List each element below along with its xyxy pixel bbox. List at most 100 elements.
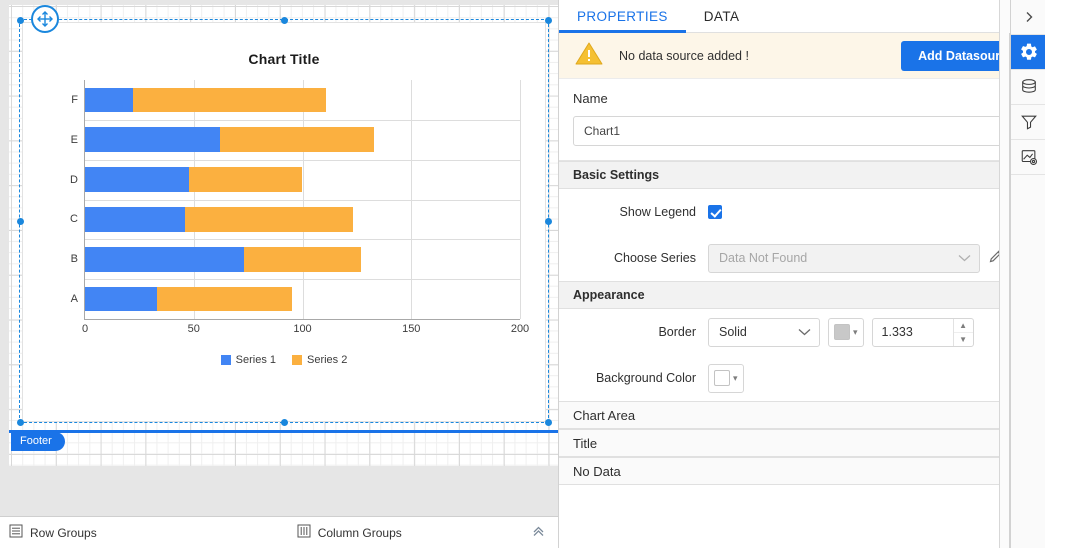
choose-series-label: Choose Series xyxy=(573,251,708,265)
chart-legend-item[interactable]: Series 1 xyxy=(221,354,276,366)
chart-bar-segment[interactable] xyxy=(85,247,244,272)
chart-bar-segment[interactable] xyxy=(85,167,189,192)
chart-legend-item[interactable]: Series 2 xyxy=(292,354,347,366)
chart-bar-segment[interactable] xyxy=(157,287,292,312)
basic-settings-title: Basic Settings xyxy=(573,168,659,182)
chart-plot-area: FEDCBA050100150200 xyxy=(84,80,520,320)
chart-bar-segment[interactable] xyxy=(85,127,220,152)
report-designer-app: Chart Title FEDCBA050100150200 Series 1S… xyxy=(0,0,1081,548)
chart-bar-segment[interactable] xyxy=(189,167,302,192)
row-show-legend: Show Legend xyxy=(559,189,1045,235)
chevron-double-up-icon[interactable] xyxy=(531,524,546,542)
show-legend-label: Show Legend xyxy=(573,205,708,219)
chart-bar-segment[interactable] xyxy=(85,88,133,113)
chart-x-tick-label: 0 xyxy=(82,323,88,335)
name-input[interactable] xyxy=(573,116,1031,146)
chart-bar-segment[interactable] xyxy=(244,247,361,272)
chart-gridline-horizontal xyxy=(85,279,520,280)
columns-icon xyxy=(297,524,311,541)
chart-bar-row[interactable]: D xyxy=(85,167,520,192)
chart-bar-row[interactable]: F xyxy=(85,88,520,113)
properties-panel: PROPERTIES DATA No data source added ! A… xyxy=(558,0,1045,548)
border-width-increment[interactable]: ▲ xyxy=(954,319,973,333)
tab-properties[interactable]: PROPERTIES xyxy=(559,0,686,32)
chart-bar-row[interactable]: C xyxy=(85,207,520,232)
no-datasource-alert: No data source added ! Add Datasource xyxy=(559,33,1045,79)
chart-widget[interactable]: Chart Title FEDCBA050100150200 Series 1S… xyxy=(24,24,544,420)
chart-gridline-horizontal xyxy=(85,160,520,161)
tab-data[interactable]: DATA xyxy=(686,0,758,32)
section-header-appearance[interactable]: Appearance − xyxy=(559,281,1045,309)
footer-band[interactable] xyxy=(9,430,558,433)
chart-gridline-horizontal xyxy=(85,200,520,201)
chart-category-label: B xyxy=(71,253,78,265)
border-color-picker[interactable]: ▾ xyxy=(828,318,864,347)
border-label: Border xyxy=(573,325,708,339)
designer-statusbar: Row Groups Column Groups xyxy=(0,516,558,548)
section-header-title[interactable]: Title + xyxy=(559,429,1045,457)
show-legend-checkbox[interactable] xyxy=(708,205,722,219)
section-header-basic-settings[interactable]: Basic Settings − xyxy=(559,161,1045,189)
border-width-stepper[interactable]: ▲ ▼ xyxy=(872,318,974,347)
chart-gridline-horizontal xyxy=(85,120,520,121)
chevron-right-icon[interactable] xyxy=(1011,0,1045,35)
border-width-decrement[interactable]: ▼ xyxy=(954,333,973,346)
gear-icon[interactable] xyxy=(1011,35,1045,70)
background-color-label: Background Color xyxy=(573,371,708,385)
chart-bar-segment[interactable] xyxy=(85,287,157,312)
chart-legend-label: Series 2 xyxy=(307,354,347,366)
border-color-swatch xyxy=(834,324,850,340)
chart-bar-segment[interactable] xyxy=(133,88,327,113)
no-data-title: No Data xyxy=(573,464,621,479)
database-icon[interactable] xyxy=(1011,70,1045,105)
chart-category-label: A xyxy=(71,293,78,305)
chart-legend-swatch xyxy=(292,355,302,365)
border-width-input[interactable] xyxy=(873,319,953,346)
move-crosshair-icon[interactable] xyxy=(31,5,59,33)
chart-bar-row[interactable]: B xyxy=(85,247,520,272)
row-background-color: Background Color ▾ xyxy=(559,355,1045,401)
chart-gridline-vertical xyxy=(520,80,521,319)
chart-category-label: D xyxy=(70,174,78,186)
design-surface[interactable]: Chart Title FEDCBA050100150200 Series 1S… xyxy=(0,0,558,548)
alert-message: No data source added ! xyxy=(619,49,901,63)
chart-bar-segment[interactable] xyxy=(85,207,185,232)
name-section: Name xyxy=(559,79,1045,161)
rows-icon xyxy=(9,524,23,541)
background-color-picker[interactable]: ▾ xyxy=(708,364,744,393)
border-style-value: Solid xyxy=(719,325,747,339)
row-groups-button[interactable]: Row Groups xyxy=(9,524,97,541)
column-groups-label: Column Groups xyxy=(318,526,402,540)
chart-bar-segment[interactable] xyxy=(185,207,352,232)
chart-x-tick-label: 50 xyxy=(188,323,200,335)
chevron-down-icon: ▾ xyxy=(853,327,858,338)
chart-category-label: F xyxy=(71,94,78,106)
chart-x-tick-label: 150 xyxy=(402,323,420,335)
filter-icon[interactable] xyxy=(1011,105,1045,140)
title-section-title: Title xyxy=(573,436,597,451)
chart-gridline-horizontal xyxy=(85,239,520,240)
panel-scrollbar[interactable] xyxy=(1009,33,1010,548)
chart-bar-segment[interactable] xyxy=(220,127,374,152)
chart-legend-label: Series 1 xyxy=(236,354,276,366)
chart-legend: Series 1 Series 2 xyxy=(24,354,544,366)
chart-category-label: C xyxy=(70,213,78,225)
row-choose-series: Choose Series Data Not Found xyxy=(559,235,1045,281)
chart-plot-wrapper: FEDCBA050100150200 xyxy=(42,80,520,352)
chart-x-tick-label: 100 xyxy=(293,323,311,335)
image-settings-icon[interactable] xyxy=(1011,140,1045,175)
footer-tag[interactable]: Footer xyxy=(11,432,65,451)
section-header-no-data[interactable]: No Data + xyxy=(559,457,1045,485)
choose-series-select[interactable]: Data Not Found xyxy=(708,244,980,273)
column-groups-button[interactable]: Column Groups xyxy=(297,524,402,541)
chart-title: Chart Title xyxy=(24,51,544,67)
chart-bar-row[interactable]: A xyxy=(85,287,520,312)
chevron-down-icon: ▾ xyxy=(733,373,738,384)
border-style-select[interactable]: Solid xyxy=(708,318,820,347)
chart-bar-row[interactable]: E xyxy=(85,127,520,152)
tool-rail xyxy=(1010,0,1045,548)
row-border: Border Solid ▾ ▲ xyxy=(559,309,1045,355)
chart-category-label: E xyxy=(71,134,78,146)
background-color-swatch xyxy=(714,370,730,386)
section-header-chart-area[interactable]: Chart Area + xyxy=(559,401,1045,429)
